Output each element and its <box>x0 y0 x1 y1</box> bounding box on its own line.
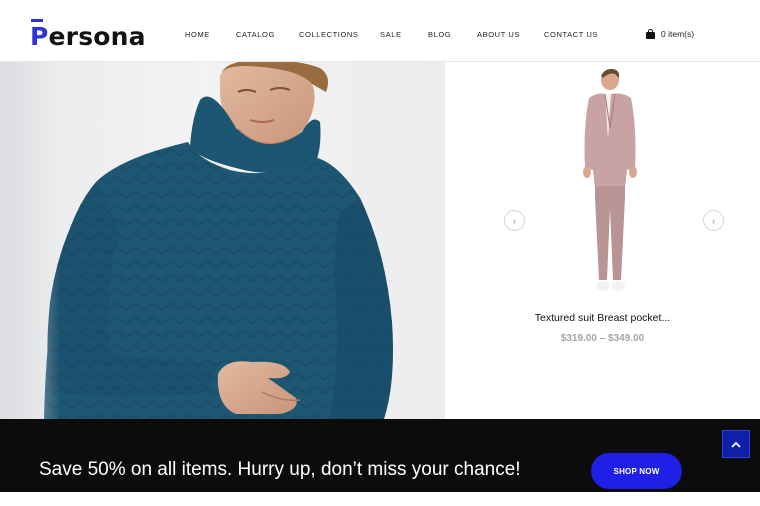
shopping-bag-icon <box>646 29 655 39</box>
scroll-to-top-button[interactable] <box>722 430 750 458</box>
carousel-next-button[interactable]: › <box>703 210 724 231</box>
site-header: Persona HOME CATALOG COLLECTIONS SALE BL… <box>0 0 760 62</box>
nav-item-sale[interactable]: SALE <box>380 30 402 39</box>
nav-item-about-us[interactable]: ABOUT US <box>477 30 520 39</box>
page-bottom <box>0 492 760 506</box>
product-image-suit[interactable] <box>575 68 645 300</box>
product-price: $319.00 – $349.00 <box>560 333 645 344</box>
promo-text: Save 50% on all items. Hurry up, don’t m… <box>39 459 521 480</box>
product-carousel: ‹ › Textured suit Breast pocket... $319.… <box>445 62 760 419</box>
nav-item-catalog[interactable]: CATALOG <box>236 30 275 39</box>
cart-link[interactable]: 0 item(s) <box>646 29 694 39</box>
promo-banner: Save 50% on all items. Hurry up, don’t m… <box>0 419 760 492</box>
nav-item-blog[interactable]: BLOG <box>428 30 451 39</box>
nav-item-home[interactable]: HOME <box>185 30 210 39</box>
model-turtleneck-illustration <box>44 62 393 419</box>
chevron-left-icon: ‹ <box>513 215 516 226</box>
hero-image[interactable] <box>0 62 445 419</box>
product-title[interactable]: Textured suit Breast pocket... <box>445 312 760 324</box>
chevron-up-icon <box>731 441 741 448</box>
nav-item-contact-us[interactable]: CONTACT US <box>544 30 598 39</box>
cart-count: 0 item(s) <box>661 29 695 39</box>
chevron-right-icon: › <box>712 215 715 226</box>
carousel-prev-button[interactable]: ‹ <box>504 210 525 231</box>
logo-accent-bar <box>31 18 43 22</box>
shop-now-button[interactable]: SHOP NOW <box>591 453 682 489</box>
nav-item-collections[interactable]: COLLECTIONS <box>299 30 359 39</box>
